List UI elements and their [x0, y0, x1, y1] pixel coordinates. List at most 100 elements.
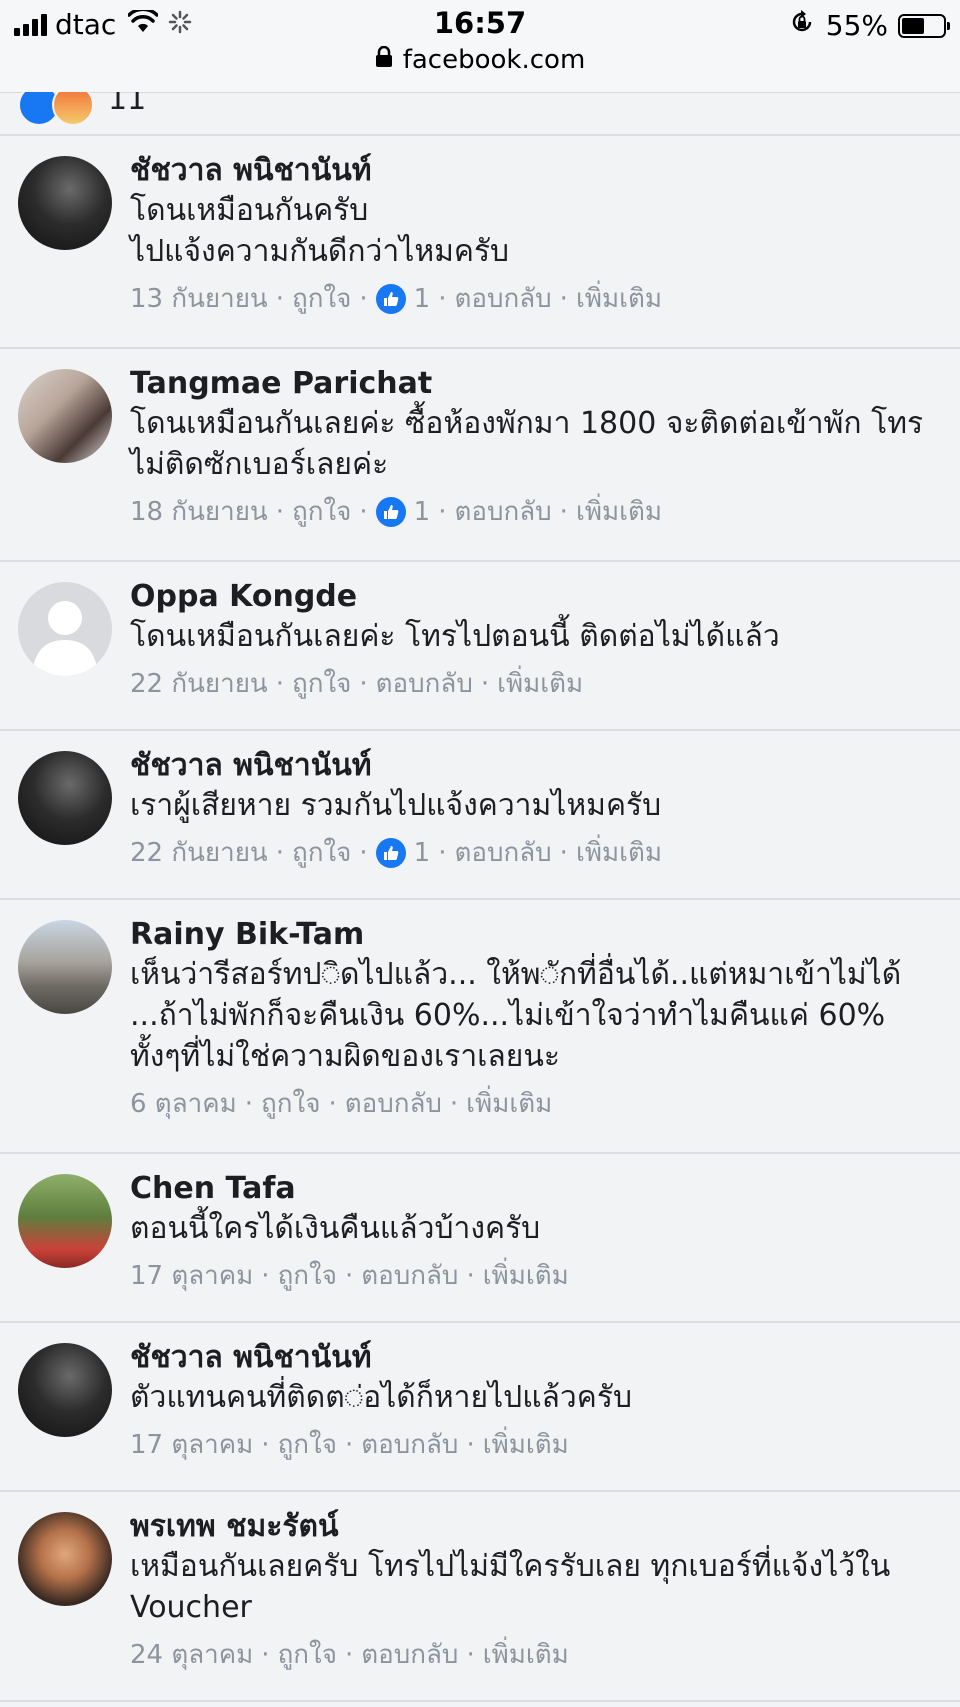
- reply-button[interactable]: ตอบกลับ: [454, 278, 551, 319]
- like-button[interactable]: ถูกใจ: [278, 1424, 337, 1465]
- battery-percent: 55%: [825, 9, 888, 42]
- orientation-lock-icon: [788, 8, 816, 43]
- comment-author[interactable]: พรเทพ ชมะรัตน์: [130, 1508, 948, 1546]
- separator-dot: ·: [275, 837, 284, 868]
- avatar[interactable]: [18, 920, 112, 1014]
- comment-author[interactable]: Tangmae Parichat: [130, 365, 948, 403]
- like-badge-icon[interactable]: [375, 837, 406, 868]
- comment-author[interactable]: ชัชวาล พนิชานันท์: [130, 747, 948, 785]
- separator-dot: ·: [559, 496, 568, 527]
- more-button[interactable]: เพิ่มเติม: [483, 1424, 569, 1465]
- separator-dot: ·: [244, 1088, 254, 1119]
- separator-dot: ·: [275, 496, 284, 527]
- comment-author[interactable]: ชัชวาล พนิชานันท์: [130, 1339, 948, 1377]
- separator-dot: ·: [344, 1260, 354, 1291]
- reply-button[interactable]: ตอบกลับ: [361, 1424, 458, 1465]
- like-button[interactable]: ถูกใจ: [278, 1634, 337, 1675]
- comment-body: ชัชวาล พนิชานันท์ เราผู้เสียหาย รวมกันไปแ…: [130, 747, 948, 873]
- comment-actions: 18 กันยายน · ถูกใจ · 1 · ตอบกลับ · เพิ่มเติม: [130, 491, 948, 532]
- separator-dot: ·: [466, 1429, 475, 1460]
- comment-author[interactable]: Rainy Bik-Tam: [130, 916, 948, 954]
- avatar[interactable]: [18, 751, 112, 845]
- separator-dot: ·: [275, 283, 284, 314]
- comment-timestamp[interactable]: 6 ตุลาคม: [130, 1083, 237, 1124]
- comment-body: Oppa Kongde โดนเหมือนกันเลยค่ะ โทรไปตอนนี…: [130, 578, 948, 704]
- comment-author[interactable]: Chen Tafa: [130, 1170, 948, 1208]
- like-button[interactable]: ถูกใจ: [292, 663, 351, 704]
- reply-button[interactable]: ตอบกลับ: [454, 491, 551, 532]
- comment-text-line: ...ถ้าไม่พักก็จะคืนเงิน 60%...ไม่เข้าใจว…: [130, 998, 886, 1033]
- avatar[interactable]: [18, 1512, 112, 1606]
- separator-dot: ·: [359, 837, 368, 868]
- comment-actions: 24 ตุลาคม · ถูกใจ · ตอบกลับ · เพิ่มเติม: [130, 1634, 948, 1675]
- separator-dot: ·: [261, 1639, 270, 1670]
- comment-actions: 17 ตุลาคม · ถูกใจ · ตอบกลับ · เพิ่มเติม: [130, 1424, 948, 1465]
- comment-timestamp[interactable]: 22 กันยายน: [130, 832, 268, 873]
- more-button[interactable]: เพิ่มเติม: [576, 832, 662, 873]
- comment-timestamp[interactable]: 13 กันยายน: [130, 278, 268, 319]
- reactions-summary[interactable]: 11: [0, 92, 960, 136]
- comment-body: Rainy Bik-Tam เห็นว่ารีสอร์ทป◌ิดไปแล้ว...…: [130, 916, 948, 1124]
- comment-timestamp[interactable]: 17 ตุลาคม: [130, 1424, 253, 1465]
- comment-text-line: เราผู้เสียหาย รวมกันไปแจ้งความไหมครับ: [130, 788, 662, 823]
- battery-level-fill: [902, 17, 924, 34]
- comment-author[interactable]: Oppa Kongde: [130, 578, 948, 616]
- separator-dot: ·: [328, 1088, 337, 1119]
- comment-text-line: ตัวแทนคนที่ติดต◌่อได้ก็หายไปแล้วครับ: [130, 1380, 633, 1415]
- comment-text-line: เหมือนกันเลยครับ โทรไปไม่มีใครรับเลย ทุก…: [130, 1549, 891, 1584]
- separator-dot: ·: [359, 496, 368, 527]
- more-button[interactable]: เพิ่มเติม: [576, 278, 662, 319]
- like-count[interactable]: 1: [414, 838, 431, 868]
- more-button[interactable]: เพิ่มเติม: [576, 491, 662, 532]
- comment-text-line: โดนเหมือนกันครับ: [130, 193, 369, 228]
- more-button[interactable]: เพิ่มเติม: [497, 663, 583, 704]
- reply-button[interactable]: ตอบกลับ: [345, 1083, 442, 1124]
- comment-timestamp[interactable]: 18 กันยายน: [130, 491, 268, 532]
- more-button[interactable]: เพิ่มเติม: [483, 1634, 569, 1675]
- comment-text-line: โดนเหมือนกันเลยค่ะ โทรไปตอนนี้ ติดต่อไม่…: [130, 619, 780, 654]
- like-badge-icon[interactable]: [375, 283, 406, 314]
- reaction-count: 11: [108, 92, 147, 117]
- separator-dot: ·: [344, 1429, 354, 1460]
- comment-item: ชัชวาล พนิชานันท์ โดนเหมือนกันครับ ไปแจ้งค…: [0, 136, 960, 349]
- like-count[interactable]: 1: [414, 497, 431, 527]
- like-button[interactable]: ถูกใจ: [292, 278, 351, 319]
- avatar[interactable]: [18, 369, 112, 463]
- lock-icon: [375, 45, 393, 75]
- status-right: 55%: [788, 8, 950, 43]
- more-button[interactable]: เพิ่มเติม: [466, 1083, 552, 1124]
- reaction-icons: [18, 92, 94, 126]
- comment-author[interactable]: ชัชวาล พนิชานันท์: [130, 152, 948, 190]
- address-bar[interactable]: facebook.com: [0, 45, 960, 75]
- reply-button[interactable]: ตอบกลับ: [454, 832, 551, 873]
- comment-item: Chen Tafa ตอนนี้ใครได้เงินคืนแล้วบ้างครับ…: [0, 1154, 960, 1323]
- comment-timestamp[interactable]: 24 ตุลาคม: [130, 1634, 253, 1675]
- comment-actions: 22 กันยายน · ถูกใจ · ตอบกลับ · เพิ่มเติม: [130, 663, 948, 704]
- comment-body: ชัชวาล พนิชานันท์ โดนเหมือนกันครับ ไปแจ้งค…: [130, 152, 948, 319]
- avatar[interactable]: [18, 1343, 112, 1437]
- avatar[interactable]: [18, 156, 112, 250]
- comment-item: Tangmae Parichat โดนเหมือนกันเลยค่ะ ซื้อห…: [0, 349, 960, 562]
- like-button[interactable]: ถูกใจ: [278, 1255, 337, 1296]
- comment-timestamp[interactable]: 22 กันยายน: [130, 663, 268, 704]
- avatar[interactable]: [18, 1174, 112, 1268]
- more-button[interactable]: เพิ่มเติม: [483, 1255, 569, 1296]
- comment-actions: 22 กันยายน · ถูกใจ · 1 · ตอบกลับ · เพิ่มเติม: [130, 832, 948, 873]
- reply-button[interactable]: ตอบกลับ: [376, 663, 473, 704]
- like-button[interactable]: ถูกใจ: [292, 491, 351, 532]
- like-button[interactable]: ถูกใจ: [292, 832, 351, 873]
- separator-dot: ·: [438, 496, 447, 527]
- comment-timestamp[interactable]: 17 ตุลาคม: [130, 1255, 253, 1296]
- like-badge-icon[interactable]: [375, 496, 406, 527]
- comment-item: Rainy Bik-Tam เห็นว่ารีสอร์ทป◌ิดไปแล้ว...…: [0, 900, 960, 1154]
- angry-reaction-icon: [52, 92, 94, 126]
- like-button[interactable]: ถูกใจ: [261, 1083, 320, 1124]
- like-count[interactable]: 1: [414, 284, 431, 314]
- separator-dot: ·: [480, 668, 490, 699]
- comment-body: Chen Tafa ตอนนี้ใครได้เงินคืนแล้วบ้างครับ…: [130, 1170, 948, 1296]
- separator-dot: ·: [275, 668, 284, 699]
- avatar[interactable]: [18, 582, 112, 676]
- reply-button[interactable]: ตอบกลับ: [361, 1634, 458, 1675]
- reply-button[interactable]: ตอบกลับ: [361, 1255, 458, 1296]
- status-bar: dtac 16:57 55% facebook.com: [0, 0, 960, 93]
